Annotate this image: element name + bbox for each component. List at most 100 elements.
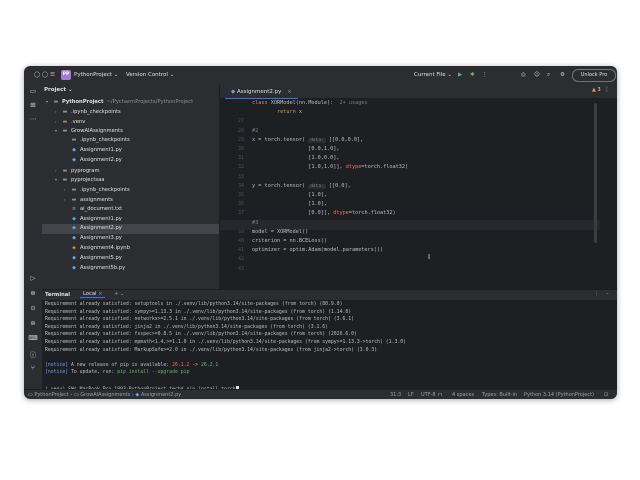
python-file-icon: ◆ bbox=[72, 225, 76, 232]
tree-item[interactable]: ◆ Assignment5b.py bbox=[42, 264, 219, 274]
code-line[interactable]: x = torch.tensor( data: [[0.0,0.0], bbox=[252, 137, 363, 143]
code-editor[interactable]: 2728293031323334353637383940414243 class… bbox=[220, 99, 617, 289]
code-line[interactable]: [1.0], bbox=[252, 201, 327, 207]
tree-item[interactable]: ◆ Assignment5.py bbox=[42, 254, 219, 264]
search-icon[interactable]: ⌕ bbox=[547, 66, 550, 84]
gear-icon[interactable]: ⚙ bbox=[560, 66, 565, 84]
code-token: criterion = nn.BCELoss() bbox=[252, 238, 327, 244]
tree-item[interactable]: ≡ ai_document.txt bbox=[42, 205, 219, 215]
code-line[interactable]: class XORModel(nn.Module): 2+ usages bbox=[252, 100, 368, 106]
problems-icon[interactable]: ⓘ bbox=[24, 349, 42, 359]
tree-item[interactable]: › ▬ .ipynb_checkpoints bbox=[42, 107, 219, 117]
git-icon[interactable]: ⑂ bbox=[24, 364, 42, 372]
minimize-icon[interactable]: – bbox=[606, 291, 609, 297]
line-separator[interactable]: LF bbox=[408, 390, 414, 399]
indent-setting[interactable]: 4 spaces bbox=[452, 390, 474, 399]
unlock-pro-button[interactable]: Unlock Pro bbox=[572, 69, 616, 82]
inspection-widget[interactable]: ▲ 3 bbox=[592, 87, 601, 93]
code-line[interactable]: criterion = nn.BCELoss() bbox=[252, 238, 327, 244]
code-line[interactable]: [0.0,1.0], bbox=[252, 146, 339, 152]
tree-item[interactable]: › ▬ assignments bbox=[42, 195, 219, 205]
tree-item-label: Assignment1.py bbox=[80, 147, 122, 153]
breadcrumb-folder[interactable]: GrowAIAssignments bbox=[80, 392, 130, 398]
tree-item[interactable]: › ▬ .venv bbox=[42, 117, 219, 127]
tree-item[interactable]: ◆ Assignment3.py bbox=[42, 234, 219, 244]
ai-assistant-icon[interactable]: ◎ bbox=[521, 66, 526, 84]
code-line[interactable]: model = XORModel() bbox=[252, 229, 308, 235]
code-token: [0.0,1.0], bbox=[252, 146, 340, 152]
tree-item-label: Assignment3.py bbox=[80, 235, 122, 242]
tree-item[interactable]: ▾ ▬ pyprojectsaa bbox=[42, 175, 219, 185]
main-menu-icon[interactable]: ☰ bbox=[50, 66, 55, 84]
code-line[interactable]: [1.0,0.0], bbox=[252, 155, 339, 161]
tab-terminal[interactable]: Terminal bbox=[45, 292, 70, 298]
code-line[interactable]: optimizer = optim.Adam(model.parameters(… bbox=[252, 247, 383, 253]
tree-item[interactable]: ▬ .ipynb_checkpoints bbox=[42, 136, 219, 146]
add-tab-icon[interactable]: + ⌄ bbox=[114, 291, 124, 297]
vcs-menu[interactable]: Version Control ⌄ bbox=[126, 66, 174, 84]
code-token: return bbox=[252, 109, 299, 116]
tree-item-label: Assignment1.py bbox=[80, 215, 122, 222]
account-icon[interactable]: ☺ bbox=[534, 66, 540, 84]
tree-item-label: pyprogram bbox=[71, 167, 100, 174]
terminal-token: pip install --upgrade pip bbox=[117, 370, 190, 376]
project-badge[interactable]: PP bbox=[61, 70, 71, 80]
text-cursor-icon: Ⅰ bbox=[428, 253, 431, 261]
code-line[interactable]: [0.0]], dtype=torch.float32) bbox=[252, 210, 395, 216]
tree-item[interactable]: › ▬ pyprogram bbox=[42, 166, 219, 176]
more-actions-icon[interactable]: ⋮ bbox=[594, 291, 599, 297]
terminal-output[interactable]: Requirement already satisfied: setuptool… bbox=[42, 300, 617, 389]
project-panel-title[interactable]: Project ⌄ bbox=[44, 87, 73, 93]
tree-item[interactable]: › ▬ .ipynb_checkpoints bbox=[42, 185, 219, 195]
run-tool-icon[interactable]: ▷ bbox=[24, 274, 42, 282]
services-icon[interactable]: ⊙ bbox=[24, 304, 42, 312]
folder-icon: ▭ bbox=[28, 392, 33, 398]
tree-item[interactable]: ▾ ▬ PythonProject ~/PycharmProjects/PythonP… bbox=[42, 97, 219, 107]
file-encoding[interactable]: UTF-8 bbox=[421, 390, 436, 399]
python-packages-icon[interactable]: ⊛ bbox=[24, 289, 42, 297]
tree-item[interactable]: ◆ Assignment2.py bbox=[42, 224, 219, 235]
line-number: 37 bbox=[237, 210, 244, 217]
breadcrumb-project[interactable]: PythonProject bbox=[34, 392, 68, 398]
run-icon[interactable]: ▶ bbox=[458, 66, 462, 84]
more-actions-icon[interactable]: ⋮ bbox=[482, 66, 488, 84]
debug-icon[interactable]: ✱ bbox=[470, 66, 475, 84]
folder-icon[interactable]: ▭ bbox=[24, 87, 42, 95]
more-tools-icon[interactable]: ⋯ bbox=[24, 115, 42, 123]
code-line[interactable]: return x bbox=[252, 109, 302, 115]
line-number: 41 bbox=[237, 247, 244, 254]
structure-icon[interactable]: ⊞ bbox=[24, 101, 42, 109]
more-actions-icon[interactable]: ⋮ bbox=[604, 86, 610, 93]
terminal-icon[interactable]: ⌨ bbox=[24, 334, 42, 342]
tree-item[interactable]: ◆ Assignment1.py bbox=[42, 146, 219, 156]
cursor-position[interactable]: 31:3 bbox=[390, 390, 401, 399]
tree-item-label: Assignment2.py bbox=[80, 225, 122, 232]
lock-icon[interactable]: ⊓ bbox=[438, 390, 442, 399]
code-line[interactable]: #3 bbox=[252, 220, 258, 226]
tree-item[interactable]: ◈ Assignment4.ipynb bbox=[42, 244, 219, 254]
breadcrumb[interactable]: ▭ PythonProject › ▭ GrowAIAssignments › … bbox=[28, 390, 181, 399]
code-line[interactable]: [1.0], bbox=[252, 192, 327, 198]
tab-local[interactable]: Local × bbox=[80, 291, 106, 298]
run-config-select[interactable]: Current File ⌄ bbox=[414, 66, 452, 84]
close-icon[interactable]: × bbox=[287, 89, 292, 95]
tab-assignment2[interactable]: ◆ Assignment2.py × bbox=[225, 86, 298, 99]
python-file-icon: ◆ bbox=[72, 264, 76, 271]
project-switcher[interactable]: PythonProject ⌄ bbox=[74, 66, 118, 84]
code-line[interactable]: #2 bbox=[252, 128, 258, 134]
tree-item[interactable]: ◆ Assignment1.py bbox=[42, 215, 219, 225]
breadcrumb-file[interactable]: Assignment2.py bbox=[141, 392, 181, 398]
tree-item[interactable]: ▾ ▬ GrowAIAssignments bbox=[42, 126, 219, 136]
window-controls-icon[interactable]: ◯ ◯ bbox=[34, 66, 48, 84]
code-line[interactable]: y = torch.tensor( data: [[0.0], bbox=[252, 183, 351, 189]
python-console-icon[interactable]: ⊜ bbox=[24, 319, 42, 327]
code-line[interactable]: [1.0,1.0]], dtype=torch.float32) bbox=[252, 164, 408, 170]
notifications-icon[interactable]: ⊡ bbox=[604, 390, 608, 399]
python-interpreter[interactable]: Python 3.14 (PythonProject) bbox=[524, 390, 594, 399]
tree-item[interactable]: ◆ Assignment2.py bbox=[42, 156, 219, 166]
editor-scrollbar[interactable] bbox=[594, 103, 597, 243]
terminal-line: Requirement already satisfied: mpmath<1.… bbox=[45, 340, 406, 345]
tree-item-label: Assignment4.ipynb bbox=[80, 245, 130, 251]
types-setting[interactable]: Types: Built-in bbox=[482, 390, 517, 399]
close-icon[interactable]: × bbox=[98, 291, 102, 297]
